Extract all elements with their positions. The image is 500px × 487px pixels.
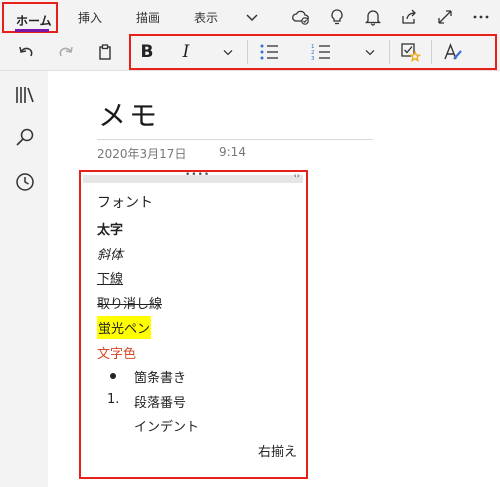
redo-button[interactable] bbox=[52, 38, 80, 66]
cloud-sync-icon[interactable] bbox=[291, 7, 311, 27]
note-line-font-color[interactable]: 文字色 bbox=[97, 343, 136, 362]
undo-button[interactable] bbox=[12, 38, 40, 66]
todo-tag-button[interactable] bbox=[396, 38, 424, 66]
note-line-italic[interactable]: 斜体 bbox=[97, 244, 123, 263]
italic-button[interactable]: I bbox=[172, 38, 200, 66]
tab-home-label: ホーム bbox=[16, 14, 52, 28]
svg-text:3: 3 bbox=[311, 56, 315, 62]
tab-view[interactable]: 表示 bbox=[194, 9, 218, 26]
note-line-indent[interactable]: インデント bbox=[134, 416, 199, 435]
note-line-highlight[interactable]: 蛍光ペン bbox=[97, 316, 152, 339]
page-time: 9:14 bbox=[219, 145, 246, 159]
note-line-bullet[interactable]: 箇条書き bbox=[134, 367, 186, 386]
chevron-down-icon bbox=[223, 49, 233, 56]
ribbon-separator bbox=[247, 40, 248, 64]
search-icon[interactable] bbox=[13, 126, 37, 150]
list-dropdown[interactable] bbox=[356, 38, 384, 66]
ribbon-separator bbox=[431, 40, 432, 64]
bullet-list-button[interactable] bbox=[255, 38, 283, 66]
tab-draw[interactable]: 描画 bbox=[136, 9, 160, 26]
tab-insert[interactable]: 挿入 bbox=[78, 9, 102, 26]
styles-icon bbox=[444, 43, 462, 60]
note-line-right-align[interactable]: 右揃え bbox=[258, 441, 297, 460]
redo-icon bbox=[59, 46, 73, 57]
more-icon[interactable] bbox=[471, 7, 491, 27]
note-drag-handle[interactable]: •••• ‹› bbox=[83, 170, 303, 183]
numbered-list-button[interactable]: 1 2 3 bbox=[307, 38, 335, 66]
selected-tab-indicator bbox=[15, 29, 49, 32]
undo-icon bbox=[19, 46, 33, 57]
paste-icon bbox=[99, 44, 111, 60]
note-line-numbered[interactable]: 段落番号 bbox=[134, 392, 186, 411]
page-title[interactable]: メモ bbox=[98, 94, 160, 134]
tab-bar: ホーム 挿入 描画 表示 bbox=[0, 0, 500, 34]
chevron-down-icon bbox=[365, 49, 375, 56]
ribbon-separator bbox=[389, 40, 390, 64]
left-rail bbox=[0, 71, 48, 487]
styles-button[interactable] bbox=[439, 38, 467, 66]
share-icon[interactable] bbox=[399, 7, 419, 27]
notebooks-icon[interactable] bbox=[13, 83, 37, 107]
bullet-marker bbox=[110, 373, 116, 379]
chevron-down-icon[interactable] bbox=[242, 7, 262, 27]
bold-button[interactable]: B bbox=[133, 38, 161, 66]
title-divider bbox=[97, 139, 373, 140]
page-date: 2020年3月17日 bbox=[97, 147, 187, 161]
note-line-font[interactable]: フォント bbox=[97, 192, 153, 212]
lightbulb-icon[interactable] bbox=[327, 7, 347, 27]
numbered-list-icon: 1 2 3 bbox=[311, 44, 330, 62]
number-marker: 1. bbox=[107, 392, 120, 407]
note-line-underline[interactable]: 下線 bbox=[97, 268, 123, 287]
recent-icon[interactable] bbox=[13, 170, 37, 194]
note-line-bold[interactable]: 太字 bbox=[97, 219, 123, 238]
drag-dots-icon: •••• bbox=[185, 170, 211, 180]
resize-arrows-icon[interactable]: ‹› bbox=[294, 171, 300, 180]
bullet-list-icon bbox=[260, 44, 278, 60]
todo-tag-icon bbox=[401, 43, 421, 62]
tab-home[interactable]: ホーム bbox=[2, 2, 58, 33]
font-dropdown[interactable] bbox=[214, 38, 242, 66]
bell-icon[interactable] bbox=[363, 7, 383, 27]
paste-button[interactable] bbox=[91, 38, 119, 66]
note-line-strikethrough[interactable]: 取り消し線 bbox=[97, 293, 162, 312]
expand-icon[interactable] bbox=[435, 7, 455, 27]
